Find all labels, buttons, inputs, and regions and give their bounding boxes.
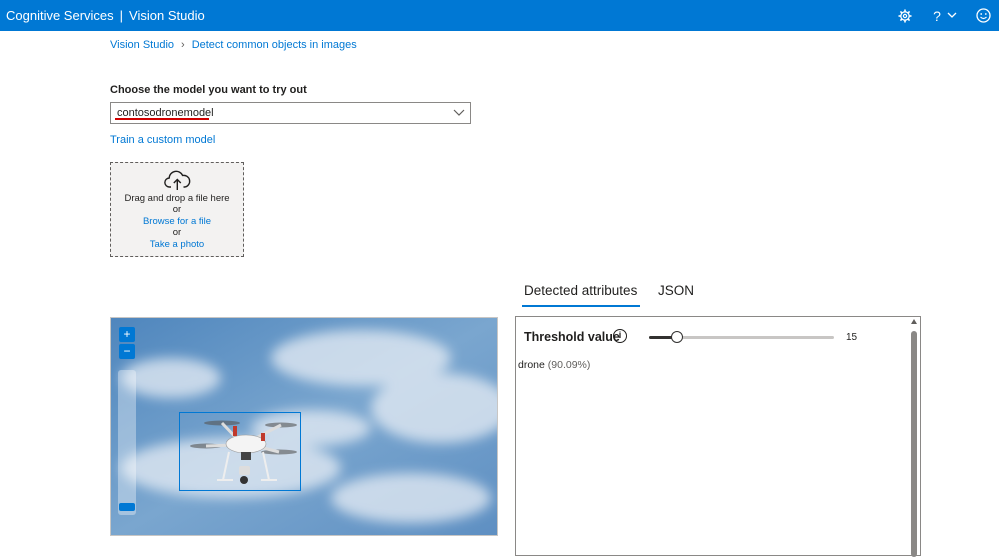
model-dropdown[interactable]: contosodronemodel bbox=[110, 102, 471, 124]
tab-json[interactable]: JSON bbox=[658, 283, 694, 298]
breadcrumb-chevron-icon: › bbox=[181, 39, 185, 51]
active-tab-indicator bbox=[522, 305, 640, 307]
result-confidence: (90.09%) bbox=[547, 359, 591, 371]
threshold-slider-thumb[interactable] bbox=[671, 331, 683, 343]
result-item: drone (90.09%) bbox=[518, 359, 590, 371]
breadcrumb-home[interactable]: Vision Studio bbox=[110, 39, 174, 51]
result-label: drone bbox=[518, 359, 545, 371]
smiley-icon[interactable] bbox=[972, 0, 994, 31]
zoom-out-button[interactable]: − bbox=[119, 344, 135, 359]
help-glyph: ? bbox=[933, 7, 941, 24]
threshold-slider[interactable] bbox=[649, 331, 834, 343]
info-icon[interactable]: i bbox=[613, 329, 627, 343]
tab-detected-attributes[interactable]: Detected attributes bbox=[524, 283, 637, 298]
product-name: Cognitive Services bbox=[6, 8, 114, 23]
app-name: Vision Studio bbox=[129, 8, 205, 23]
detection-bounding-box bbox=[179, 412, 301, 491]
panel-scrollbar[interactable] bbox=[911, 319, 918, 557]
zoom-slider-track[interactable] bbox=[118, 370, 136, 515]
chevron-down-icon[interactable] bbox=[944, 0, 960, 31]
top-bar: Cognitive Services | Vision Studio ? bbox=[0, 0, 999, 31]
take-photo-link[interactable]: Take a photo bbox=[111, 239, 243, 250]
clipped-text-strip bbox=[110, 58, 360, 61]
browse-file-link[interactable]: Browse for a file bbox=[111, 216, 243, 227]
or-text: or bbox=[172, 204, 182, 215]
chevron-down-icon bbox=[453, 109, 465, 116]
sky-drone-image bbox=[111, 318, 497, 535]
scroll-up-arrow-icon[interactable] bbox=[911, 319, 917, 324]
brand[interactable]: Cognitive Services | Vision Studio bbox=[6, 8, 205, 23]
train-custom-model-link[interactable]: Train a custom model bbox=[110, 134, 215, 146]
threshold-label: Threshold value bbox=[524, 330, 620, 344]
zoom-in-button[interactable]: + bbox=[119, 327, 135, 342]
threshold-value: 15 bbox=[846, 332, 858, 343]
scroll-thumb[interactable] bbox=[911, 331, 917, 557]
highlight-underline bbox=[115, 118, 209, 120]
help-icon[interactable]: ? bbox=[930, 0, 944, 31]
top-icons: ? bbox=[894, 0, 999, 31]
cloud-upload-icon bbox=[164, 170, 191, 190]
drag-drop-text: Drag and drop a file here bbox=[124, 193, 230, 204]
detected-attributes-panel: Threshold value i 15 drone (90.09%) bbox=[515, 316, 921, 557]
zoom-slider-thumb[interactable] bbox=[119, 503, 135, 511]
gear-icon[interactable] bbox=[894, 0, 916, 31]
image-preview: + − bbox=[110, 317, 498, 536]
upload-dropzone[interactable]: Drag and drop a file here or Browse for … bbox=[110, 162, 244, 257]
breadcrumb-current[interactable]: Detect common objects in images bbox=[192, 39, 357, 51]
brand-separator: | bbox=[119, 8, 124, 23]
breadcrumb: Vision Studio › Detect common objects in i… bbox=[110, 39, 357, 51]
or-text: or bbox=[172, 227, 182, 238]
model-label: Choose the model you want to try out bbox=[110, 84, 307, 96]
